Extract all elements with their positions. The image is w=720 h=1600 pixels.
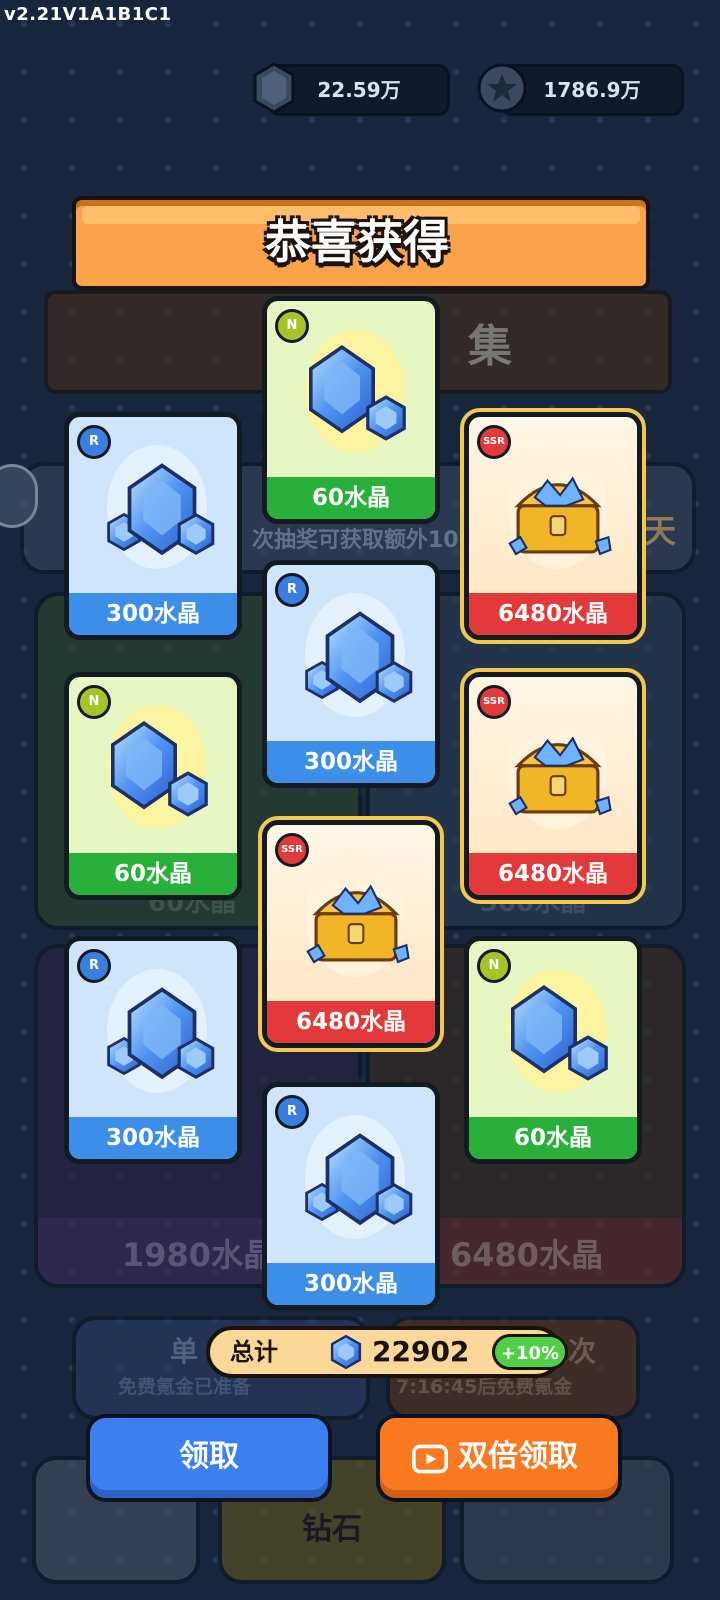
crystal-medium-icon: [107, 987, 215, 1079]
bg-pack-right-label: 6480水晶: [450, 1236, 604, 1274]
double-claim-label: 双倍领取: [458, 1439, 578, 1474]
treasure-chest-icon: [508, 736, 613, 816]
rarity-badge: R: [77, 949, 111, 983]
total-label: 总计: [230, 1338, 278, 1366]
reward-card-ssr: SSR 6480水晶: [460, 668, 646, 904]
reward-card-ssr: SSR 6480水晶: [460, 408, 646, 644]
reward-title: 恭喜获得: [265, 215, 449, 269]
title-ribbon: 恭喜获得: [72, 196, 650, 290]
reward-amount: 300水晶: [69, 593, 237, 635]
rarity-badge: R: [275, 573, 309, 607]
rarity-badge: SSR: [477, 425, 511, 459]
rarity-badge: SSR: [477, 685, 511, 719]
reward-card-n: N 60水晶: [464, 936, 642, 1164]
reward-amount: 6480水晶: [267, 1001, 435, 1043]
bg-single-draw-label: 单: [170, 1335, 199, 1368]
reward-amount: 60水晶: [267, 477, 435, 519]
crystal-medium-icon: [305, 1133, 413, 1225]
treasure-chest-icon: [508, 476, 613, 556]
bonus-badge: +10%: [492, 1334, 568, 1370]
rarity-badge: N: [275, 309, 309, 343]
bg-multi-draw-label: 次: [568, 1335, 597, 1368]
bg-info-text: 次抽奖可获取额外10: [252, 528, 459, 553]
reward-card-r: R 300水晶: [262, 1082, 440, 1310]
treasure-chest-icon: [306, 884, 411, 964]
reward-amount: 300水晶: [267, 741, 435, 783]
double-claim-button[interactable]: 双倍领取: [376, 1414, 622, 1502]
total-bar: 总计 22902 +10%: [206, 1326, 568, 1378]
rarity-badge: SSR: [275, 833, 309, 867]
rarity-badge: R: [77, 425, 111, 459]
crystal-medium-icon: [305, 611, 413, 703]
crystal-small-icon: [111, 721, 208, 817]
rarity-badge: R: [275, 1095, 309, 1129]
reward-card-r: R 300水晶: [64, 936, 242, 1164]
crystal-medium-icon: [107, 463, 215, 555]
reward-amount: 300水晶: [267, 1263, 435, 1305]
reward-card-n: N 60水晶: [262, 296, 440, 524]
bg-bottom-mid-label: 钻石: [302, 1512, 362, 1547]
video-icon: [412, 1444, 448, 1474]
bg-pack-left-label: 1980水晶: [122, 1236, 276, 1274]
rarity-badge: N: [477, 949, 511, 983]
reward-amount: 60水晶: [69, 853, 237, 895]
reward-card-r: R 300水晶: [262, 560, 440, 788]
crystal-small-icon: [308, 345, 406, 441]
rarity-badge: N: [77, 685, 111, 719]
reward-amount: 300水晶: [69, 1117, 237, 1159]
bg-side-text: 天: [644, 512, 677, 550]
reward-card-r: R 300水晶: [64, 412, 242, 640]
reward-card-ssr: SSR 6480水晶: [258, 816, 444, 1052]
crystal-icon: [330, 1334, 362, 1370]
crystal-small-icon: [510, 985, 608, 1081]
reward-amount: 6480水晶: [469, 593, 637, 635]
total-value: 22902: [372, 1335, 470, 1368]
claim-button[interactable]: 领取: [86, 1414, 332, 1502]
reward-amount: 6480水晶: [469, 853, 637, 895]
bg-banner-text: 集: [468, 321, 512, 372]
reward-amount: 60水晶: [469, 1117, 637, 1159]
reward-card-n: N 60水晶: [64, 672, 242, 900]
